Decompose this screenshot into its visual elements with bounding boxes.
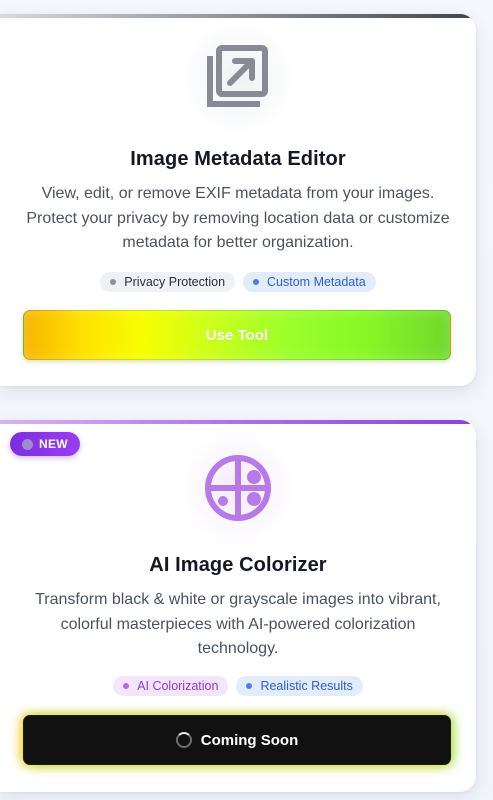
tag-label: Realistic Results	[260, 679, 353, 693]
coming-soon-button[interactable]: Coming Soon	[23, 715, 451, 765]
tag-dot	[246, 683, 253, 689]
tag-label: Custom Metadata	[267, 275, 366, 289]
use-tool-button[interactable]: Use Tool	[23, 310, 451, 360]
tool-card-metadata-editor: Image Metadata Editor View, edit, or rem…	[0, 14, 476, 386]
tag-privacy-protection: Privacy Protection	[100, 272, 236, 292]
button-label: Coming Soon	[200, 731, 299, 749]
tool-tags: AI Colorization Realistic Results	[0, 676, 476, 696]
tools-page: Image Metadata Editor View, edit, or rem…	[0, 0, 493, 800]
tool-card-ai-colorizer: NEW AI Image Colorizer Transform black &…	[0, 420, 476, 792]
loading-spinner-icon	[175, 732, 192, 748]
tag-label: AI Colorization	[137, 679, 219, 693]
tool-icon-container	[178, 428, 298, 548]
tag-label: Privacy Protection	[124, 275, 226, 289]
card-accent-bar	[0, 420, 476, 424]
tool-description: View, edit, or remove EXIF metadata from…	[26, 185, 450, 251]
tag-custom-metadata: Custom Metadata	[243, 272, 376, 292]
tool-icon-container	[178, 18, 298, 138]
tool-description: Transform black & white or grayscale ima…	[35, 591, 441, 657]
tag-ai-colorization: AI Colorization	[113, 676, 229, 696]
tag-realistic-results: Realistic Results	[236, 676, 363, 696]
tag-dot	[110, 279, 117, 285]
button-label: Use Tool	[205, 326, 269, 344]
tag-dot	[123, 683, 130, 689]
tool-title: Image Metadata Editor	[130, 148, 346, 170]
badge-dot	[22, 438, 33, 450]
image-export-icon	[207, 45, 268, 107]
tool-tags: Privacy Protection Custom Metadata	[0, 272, 476, 292]
tag-dot	[253, 279, 260, 285]
palette-icon	[205, 455, 271, 521]
badge-label: NEW	[39, 437, 68, 451]
new-badge: NEW	[10, 432, 80, 456]
tool-title: AI Image Colorizer	[149, 554, 327, 576]
